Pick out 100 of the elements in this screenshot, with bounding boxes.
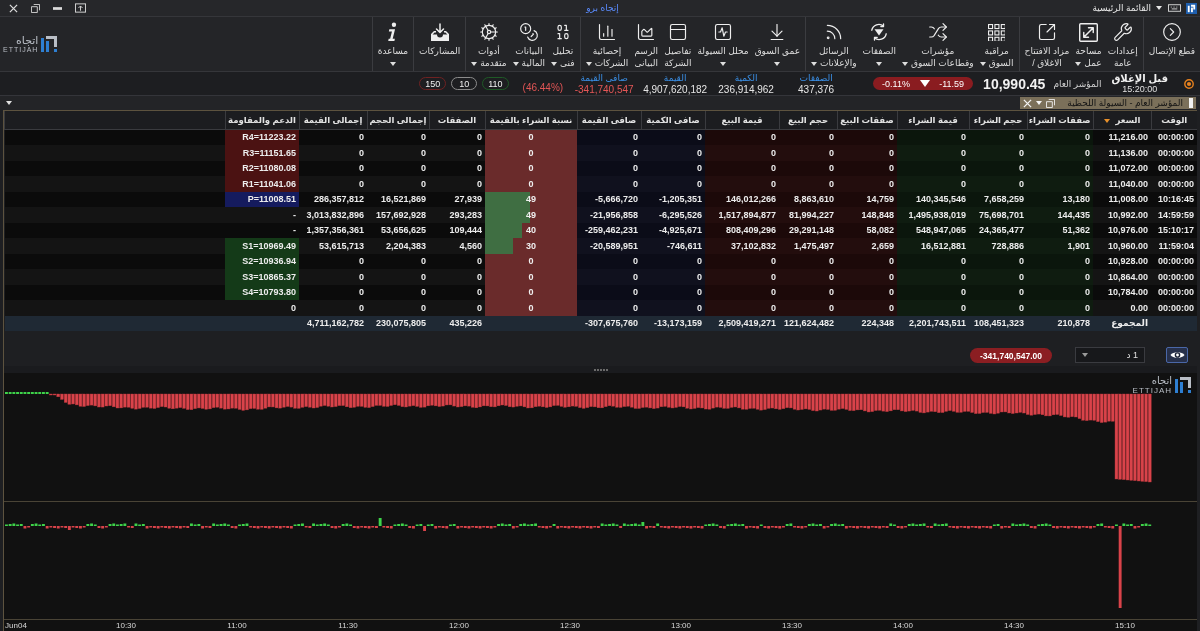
table-cell: 1,901 xyxy=(1027,238,1093,254)
table-cell: 144,435 xyxy=(1027,207,1093,223)
logo-mark-icon xyxy=(41,36,58,52)
table-cell: -20,589,951 xyxy=(577,238,641,254)
splitter-grip-icon[interactable] xyxy=(593,368,608,371)
logo-latin-text: ETTIJAH xyxy=(1132,386,1172,395)
column-header[interactable]: حجم الشراء xyxy=(969,111,1027,129)
ribbon-button[interactable]: تحليل فنى xyxy=(548,17,578,71)
table-cell: 0 xyxy=(577,176,641,192)
column-header[interactable]: قيمة البيع xyxy=(705,111,779,129)
table-cell: 148,848 xyxy=(837,207,897,223)
table-cell: 0 xyxy=(969,176,1027,192)
table-cell: 121,624,482 xyxy=(779,315,837,331)
table-cell: 0 xyxy=(299,300,367,316)
eye-icon xyxy=(1169,350,1185,360)
column-header[interactable]: صفقات البيع xyxy=(837,111,897,129)
ribbon-button[interactable]: تفاصيل الشركة xyxy=(661,17,695,71)
pop-out-button[interactable] xyxy=(74,2,87,14)
table-cell: 10,960.00 xyxy=(1093,238,1151,254)
axis-label: 12:00 xyxy=(449,621,469,630)
table-cell: 293,283 xyxy=(429,207,485,223)
ribbon-button[interactable]: الرسائل والإعلانات xyxy=(808,17,860,71)
table-cell: 11,040.00 xyxy=(1093,176,1151,192)
close-button[interactable] xyxy=(8,2,19,14)
ribbon-button[interactable]: مساعدة xyxy=(374,17,412,71)
ribbon-button[interactable]: محلل السيولة xyxy=(694,17,752,71)
axis-label: 14:00 xyxy=(893,621,913,630)
table-cell: 0 xyxy=(577,269,641,285)
caret-icon[interactable] xyxy=(6,101,12,105)
table-cell: 210,878 xyxy=(1027,315,1093,331)
table-cell: 11:59:04 xyxy=(1151,238,1197,254)
table-cell: 00:00:00 xyxy=(1151,176,1197,192)
ribbon-button[interactable]: مراقبة السوق xyxy=(976,17,1017,71)
axis-label: 13:00 xyxy=(671,621,691,630)
column-header[interactable]: الدعم والمقاومة xyxy=(225,111,299,129)
column-header[interactable]: الوقت xyxy=(1151,111,1197,129)
index-name: المؤشر العام xyxy=(1053,78,1102,89)
table-cell: 0 xyxy=(225,300,299,316)
table-cell: 0 xyxy=(837,269,897,285)
table-cell: 3,013,832,896 xyxy=(299,207,367,223)
ratio-value: 0 xyxy=(528,256,534,267)
chevron-circle-icon xyxy=(1161,22,1182,42)
column-header[interactable]: إجمالى القيمة xyxy=(299,111,367,129)
ratio-value: 0 xyxy=(528,132,534,143)
ribbon-button[interactable]: الصفقات xyxy=(859,17,899,71)
stat-label: الكمية xyxy=(734,72,758,84)
index-value: 10,990.45 xyxy=(983,75,1046,92)
status-dot-icon xyxy=(1184,78,1194,89)
table-cell: 2,201,743,511 xyxy=(897,315,969,331)
column-header[interactable]: صافى الكمية xyxy=(641,111,705,129)
column-header[interactable]: حجم البيع xyxy=(779,111,837,129)
ribbon-button[interactable]: أدوات متقدمة xyxy=(468,17,510,71)
ribbon-button[interactable]: مزاد الافتتاح الاغلاق / xyxy=(1021,17,1073,71)
axis-label: 15:10 xyxy=(1115,621,1135,630)
ribbon-button[interactable]: عمق السوق xyxy=(751,17,804,71)
table-cell: 14:59:59 xyxy=(1151,207,1197,223)
table-cell: 0 xyxy=(779,145,837,161)
table-cell: R3=11151.65 xyxy=(225,145,299,161)
panel-tab[interactable]: المؤشر العام - السيولة اللحظية xyxy=(1020,97,1196,109)
column-header[interactable]: صفقات الشراء xyxy=(1027,111,1093,129)
ribbon-button[interactable]: قطع الإتصال xyxy=(1145,17,1198,71)
ribbon-button[interactable]: المشاركات xyxy=(416,17,464,71)
table-cell: 0 xyxy=(705,300,779,316)
main-menu-button[interactable]: القائمة الرئيسية xyxy=(1091,3,1163,13)
table-cell: -6,295,526 xyxy=(641,207,705,223)
interval-dropdown[interactable]: 1 د xyxy=(1075,347,1145,363)
close-icon[interactable] xyxy=(1023,98,1032,108)
restore-button[interactable] xyxy=(30,2,41,14)
column-header[interactable]: قيمة الشراء xyxy=(897,111,969,129)
table-cell: 0 xyxy=(837,145,897,161)
table-cell: 16,512,881 xyxy=(897,238,969,254)
column-header[interactable]: الصفقات xyxy=(429,111,485,129)
ribbon-button[interactable]: مساحة عمل xyxy=(1072,17,1105,71)
column-header[interactable]: نسبة الشراء بالقيمة xyxy=(485,111,577,129)
wrench-icon xyxy=(1112,22,1133,42)
stat-value: 437,376 xyxy=(798,83,835,95)
axis-label: Jun04 xyxy=(5,621,27,630)
table-cell: 75,698,701 xyxy=(969,207,1027,223)
restore-icon[interactable] xyxy=(1046,98,1055,108)
ribbon-button[interactable]: البيانات المالية xyxy=(509,17,549,71)
ribbon-button[interactable]: إحصائية الشركات xyxy=(582,17,632,71)
table-cell: 728,886 xyxy=(969,238,1027,254)
table-cell: 0 xyxy=(779,300,837,316)
table-cell: 00:00:00 xyxy=(1151,300,1197,316)
ribbon-button[interactable]: الرسم البيانى xyxy=(631,17,662,71)
eye-button[interactable] xyxy=(1166,347,1188,363)
table-cell: 10,864.00 xyxy=(1093,269,1151,285)
ribbon-button[interactable]: إعدادات عامة xyxy=(1104,17,1141,71)
keyboard-button[interactable] xyxy=(1167,2,1182,14)
table-cell: 0 xyxy=(705,269,779,285)
table-cell: 0 xyxy=(897,300,969,316)
table-cell: 53,615,713 xyxy=(299,238,367,254)
table-cell: 0 xyxy=(641,176,705,192)
table-cell: 0 xyxy=(1027,269,1093,285)
column-header[interactable]: السعر xyxy=(1093,111,1151,129)
box-arrow-icon xyxy=(1036,22,1057,42)
column-header[interactable]: صافى القيمة xyxy=(577,111,641,129)
column-header[interactable]: إجمالى الحجم xyxy=(367,111,429,129)
ribbon-button[interactable]: مؤشرات وقطاعات السوق xyxy=(898,17,977,71)
table-cell: 81,994,227 xyxy=(779,207,837,223)
